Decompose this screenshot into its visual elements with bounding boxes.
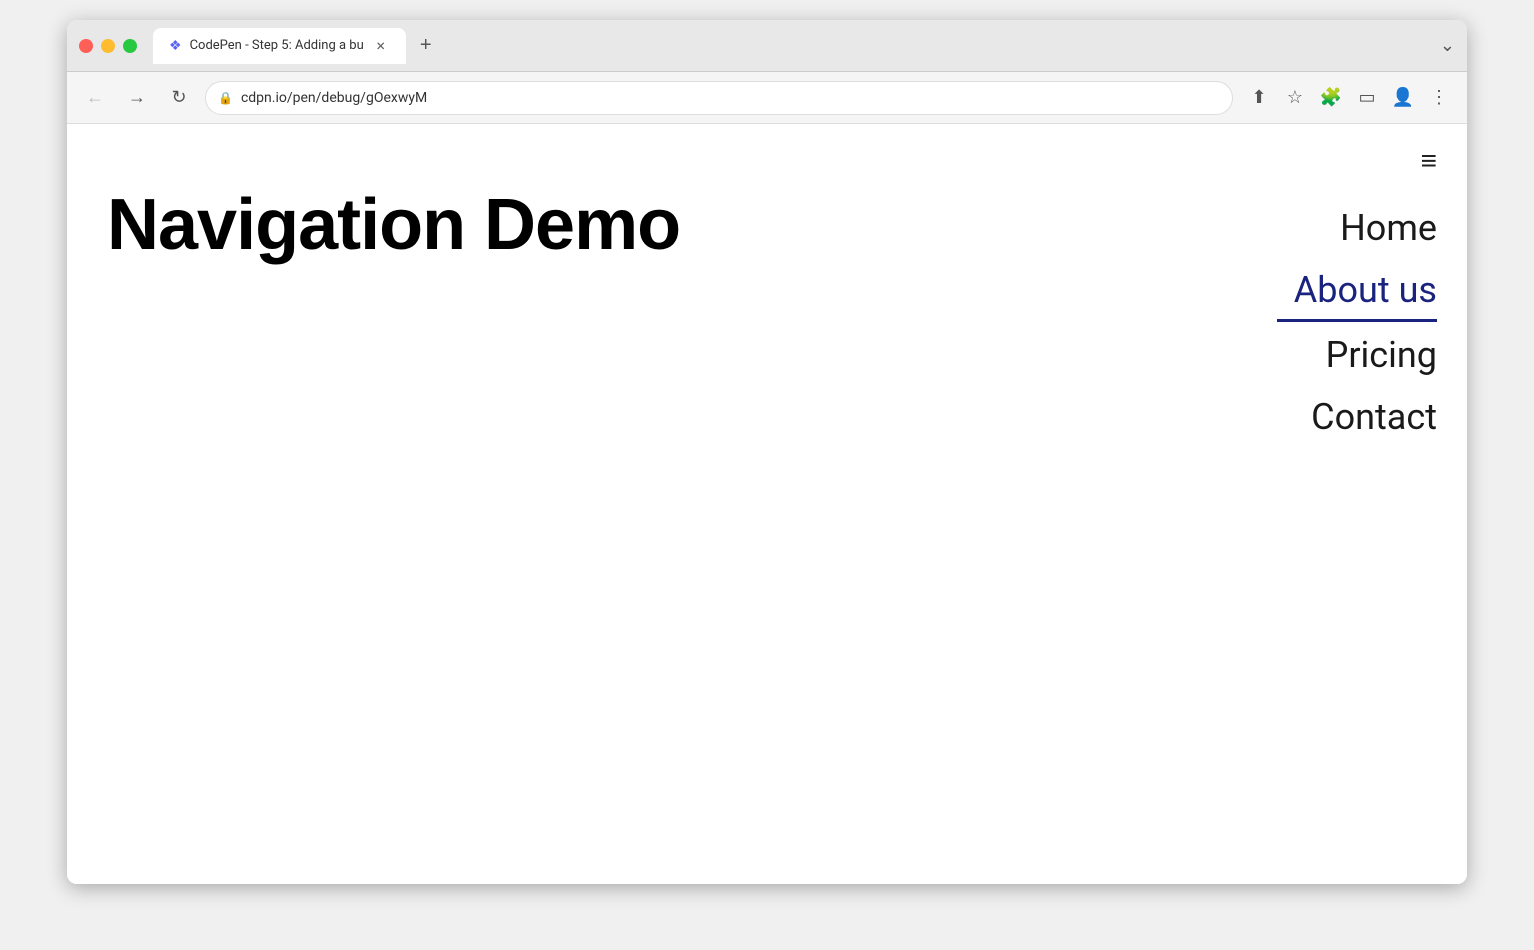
url-text: cdpn.io/pen/debug/gOexwyM (241, 90, 1220, 106)
tab-bar: ❖ CodePen - Step 5: Adding a bu × + ⌄ (153, 28, 1455, 64)
refresh-button[interactable]: ↻ (163, 82, 195, 114)
active-tab[interactable]: ❖ CodePen - Step 5: Adding a bu × (153, 28, 406, 64)
more-button[interactable]: ⋮ (1423, 82, 1455, 114)
browser-window: ❖ CodePen - Step 5: Adding a bu × + ⌄ ← … (67, 20, 1467, 884)
title-bar: ❖ CodePen - Step 5: Adding a bu × + ⌄ (67, 20, 1467, 72)
forward-button[interactable]: → (121, 82, 153, 114)
nav-item-pricing[interactable]: Pricing (1277, 324, 1437, 386)
codepen-icon: ❖ (169, 38, 182, 54)
minimize-traffic-light[interactable] (101, 39, 115, 53)
address-bar: ← → ↻ 🔒 cdpn.io/pen/debug/gOexwyM ⬆ ☆ 🧩 … (67, 72, 1467, 124)
tab-close-button[interactable]: × (372, 37, 390, 55)
page-content: Navigation Demo ≡ Home About us Pricing … (67, 124, 1467, 884)
bookmark-button[interactable]: ☆ (1279, 82, 1311, 114)
browser-actions: ⬆ ☆ 🧩 ▭ 👤 ⋮ (1243, 82, 1455, 114)
tab-title: CodePen - Step 5: Adding a bu (190, 38, 364, 53)
sidebar-button[interactable]: ▭ (1351, 82, 1383, 114)
profile-button[interactable]: 👤 (1387, 82, 1419, 114)
traffic-lights (79, 39, 137, 53)
nav-item-contact[interactable]: Contact (1277, 386, 1437, 448)
back-button[interactable]: ← (79, 82, 111, 114)
nav-menu: Home About us Pricing Contact (1277, 197, 1437, 448)
navigation-sidebar: ≡ Home About us Pricing Contact (1247, 124, 1467, 884)
main-content: Navigation Demo (67, 124, 1247, 884)
maximize-traffic-light[interactable] (123, 39, 137, 53)
share-button[interactable]: ⬆ (1243, 82, 1275, 114)
tab-dropdown-button[interactable]: ⌄ (1440, 35, 1455, 56)
lock-icon: 🔒 (218, 91, 233, 105)
page-title: Navigation Demo (107, 184, 1207, 266)
nav-item-about[interactable]: About us (1277, 259, 1437, 322)
close-traffic-light[interactable] (79, 39, 93, 53)
hamburger-menu-icon[interactable]: ≡ (1421, 144, 1437, 177)
extensions-button[interactable]: 🧩 (1315, 82, 1347, 114)
url-bar[interactable]: 🔒 cdpn.io/pen/debug/gOexwyM (205, 81, 1233, 115)
nav-item-home[interactable]: Home (1277, 197, 1437, 259)
new-tab-button[interactable]: + (410, 30, 442, 62)
